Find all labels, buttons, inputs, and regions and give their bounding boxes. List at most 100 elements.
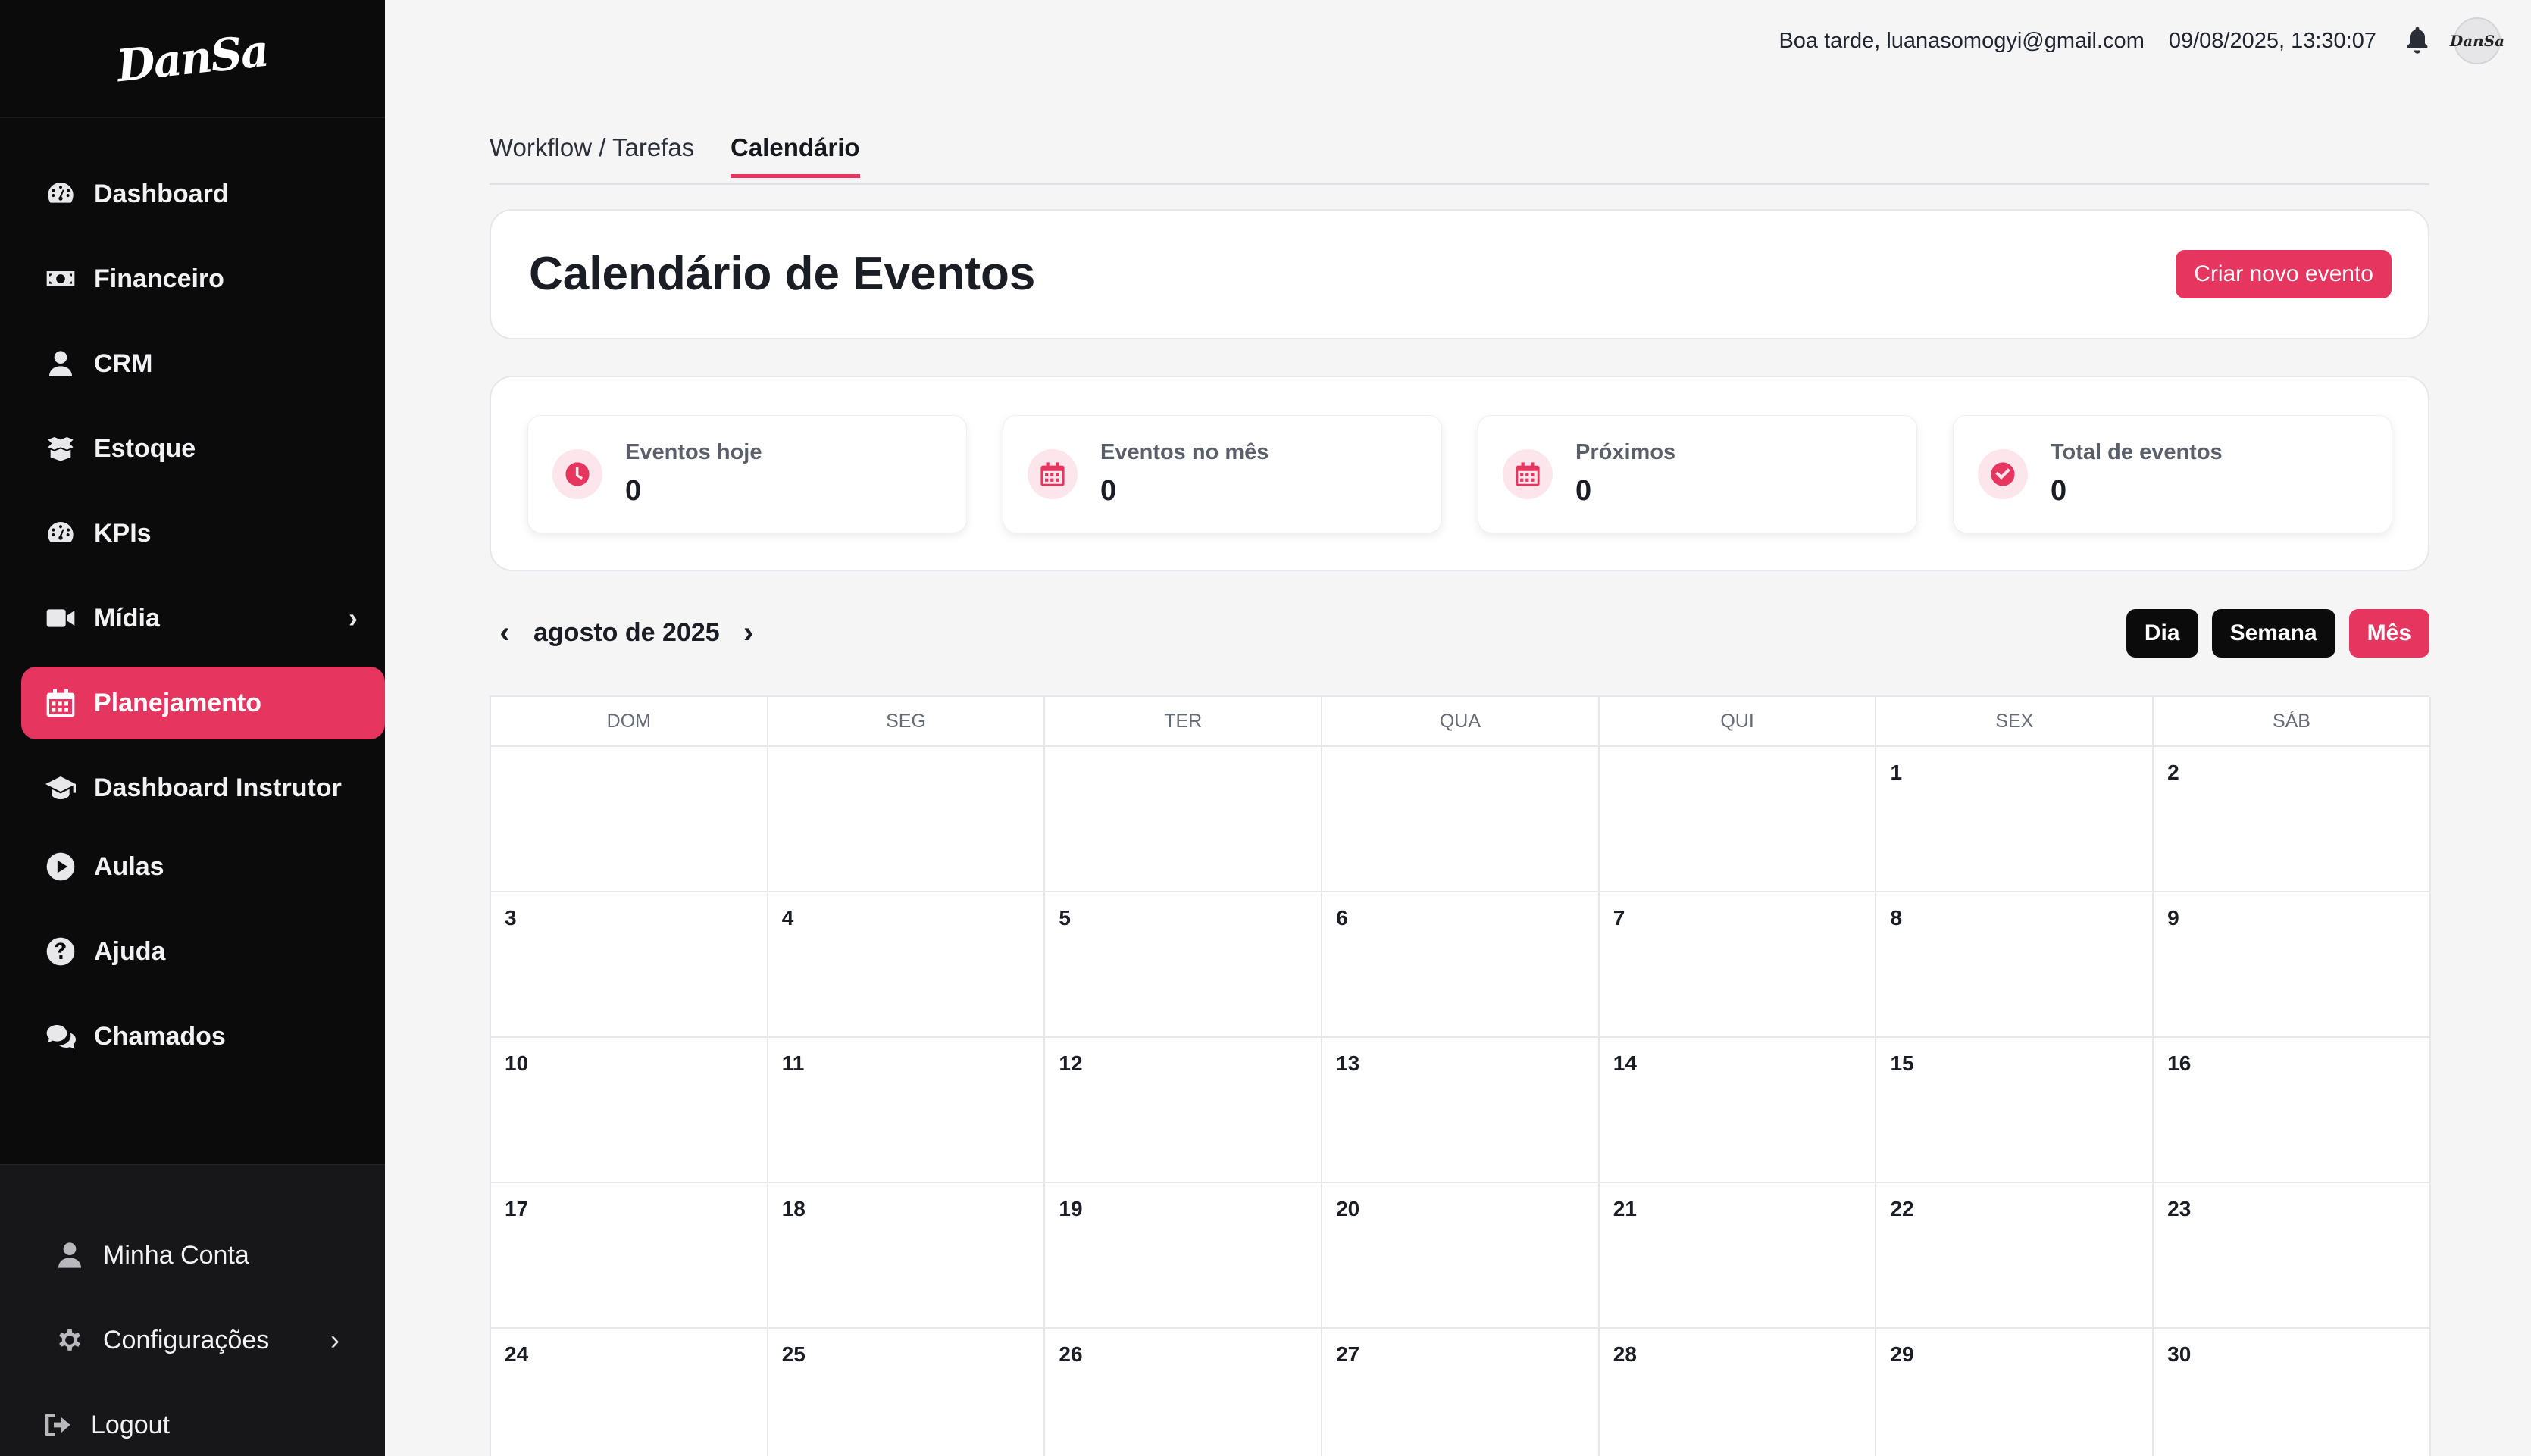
avatar[interactable]: DanSa xyxy=(2450,17,2504,64)
calendar-day-cell[interactable]: 27 xyxy=(1322,1329,1600,1456)
chevron-left-icon[interactable]: ‹ xyxy=(490,616,520,650)
weekday-header-row: DOM SEG TER QUA QUI SEX SÁB xyxy=(491,697,2431,747)
weekday-header: DOM xyxy=(491,697,768,747)
sidebar-item-configuracoes[interactable]: Configurações › xyxy=(33,1306,367,1374)
calendar-day-number: 28 xyxy=(1613,1342,1637,1366)
calendar-day-cell[interactable]: 22 xyxy=(1876,1183,2154,1329)
tab-workflow-tarefas[interactable]: Workflow / Tarefas xyxy=(490,133,694,174)
calendar-day-cell[interactable]: 19 xyxy=(1045,1183,1323,1329)
calendar-day-cell[interactable]: 29 xyxy=(1876,1329,2154,1456)
calendar-day-number: 12 xyxy=(1059,1051,1083,1075)
calendar-day-number: 11 xyxy=(781,1051,805,1075)
calendar-icon xyxy=(1503,449,1553,499)
calendar-day-number: 2 xyxy=(2167,761,2179,784)
stat-value: 0 xyxy=(1575,475,1592,507)
sidebar-item-financeiro[interactable]: Financeiro xyxy=(21,242,385,315)
sidebar-item-aulas[interactable]: Aulas xyxy=(21,830,385,903)
stat-total-de-eventos: Total de eventos 0 xyxy=(1953,415,2392,533)
calendar-day-cell[interactable] xyxy=(768,747,1046,892)
calendar-week-row: 24 25 26 27 28 29 30 xyxy=(491,1329,2431,1456)
stat-label: Próximos xyxy=(1575,440,1676,464)
sidebar-item-estoque[interactable]: Estoque xyxy=(21,412,385,485)
calendar-day-cell[interactable]: 16 xyxy=(2154,1038,2431,1183)
calendar-day-number: 23 xyxy=(2167,1197,2192,1220)
calendar-day-cell[interactable] xyxy=(1045,747,1323,892)
calendar-day-number: 18 xyxy=(781,1197,806,1220)
chevron-right-icon[interactable]: › xyxy=(734,616,764,650)
create-event-button[interactable]: Criar novo evento xyxy=(2176,250,2392,298)
calendar-day-cell[interactable]: 18 xyxy=(768,1183,1046,1329)
calendar-day-cell[interactable]: 5 xyxy=(1045,892,1323,1038)
calendar-day-cell[interactable] xyxy=(1322,747,1600,892)
logout-button[interactable]: Logout xyxy=(21,1391,355,1456)
stat-value: 0 xyxy=(625,475,642,507)
calendar-day-number: 30 xyxy=(2167,1342,2192,1366)
calendar-day-cell[interactable]: 20 xyxy=(1322,1183,1600,1329)
sidebar-item-dashboard[interactable]: Dashboard xyxy=(21,158,385,230)
sidebar-item-kpis[interactable]: KPIs xyxy=(21,497,385,570)
clock-icon xyxy=(552,449,602,499)
calendar-day-number: 24 xyxy=(505,1342,529,1366)
view-month-button[interactable]: Mês xyxy=(2348,609,2429,658)
calendar-day-cell[interactable]: 26 xyxy=(1045,1329,1323,1456)
calendar-day-cell[interactable]: 24 xyxy=(491,1329,768,1456)
calendar-day-cell[interactable]: 2 xyxy=(2154,747,2431,892)
calendar-day-cell[interactable]: 30 xyxy=(2154,1329,2431,1456)
bell-icon[interactable] xyxy=(2402,25,2432,57)
calendar-day-cell[interactable] xyxy=(491,747,768,892)
sidebar-footer: Minha Conta Configurações › Logout xyxy=(0,1164,385,1456)
calendar-day-cell[interactable]: 14 xyxy=(1599,1038,1877,1183)
calendar-day-cell[interactable]: 13 xyxy=(1322,1038,1600,1183)
calendar-day-cell[interactable] xyxy=(1599,747,1877,892)
view-day-button[interactable]: Dia xyxy=(2126,609,2198,658)
calendar-view-switcher: Dia Semana Mês xyxy=(2126,609,2429,658)
calendar-day-cell[interactable]: 6 xyxy=(1322,892,1600,1038)
calendar-day-cell[interactable]: 28 xyxy=(1600,1329,1877,1456)
sidebar-item-midia[interactable]: Mídia › xyxy=(21,582,385,655)
app-root: DanSa Dashboard Financeiro CRM Estoque K… xyxy=(0,0,2531,1456)
sidebar-item-ajuda[interactable]: Ajuda xyxy=(21,915,385,988)
calendar-day-cell[interactable]: 11 xyxy=(768,1038,1046,1183)
calendar-day-cell[interactable]: 3 xyxy=(491,892,768,1038)
sidebar-item-label: Aulas xyxy=(94,851,164,881)
sidebar-item-planejamento[interactable]: Planejamento xyxy=(21,667,385,739)
calendar-day-number: 21 xyxy=(1613,1197,1637,1220)
calendar-day-number: 6 xyxy=(1336,906,1348,930)
money-icon xyxy=(44,262,77,295)
graduation-cap-icon xyxy=(44,771,77,805)
sidebar-item-label: Estoque xyxy=(94,433,196,463)
calendar-day-cell[interactable]: 7 xyxy=(1599,892,1877,1038)
sidebar-item-minha-conta[interactable]: Minha Conta xyxy=(33,1221,367,1289)
sidebar-item-crm[interactable]: CRM xyxy=(21,327,385,400)
calendar-day-number: 1 xyxy=(1890,761,1903,784)
calendar-day-cell[interactable]: 15 xyxy=(1876,1038,2154,1183)
logo[interactable]: DanSa xyxy=(114,25,271,92)
sidebar-item-chamados[interactable]: Chamados xyxy=(21,1000,385,1073)
sidebar: DanSa Dashboard Financeiro CRM Estoque K… xyxy=(0,0,385,1456)
calendar-day-cell[interactable]: 1 xyxy=(1876,747,2154,892)
calendar-day-cell[interactable]: 17 xyxy=(491,1183,768,1329)
logo-area: DanSa xyxy=(0,0,385,118)
gauge-icon xyxy=(44,177,77,211)
weekday-header: TER xyxy=(1045,697,1323,747)
weekday-header: SEG xyxy=(768,697,1046,747)
sidebar-item-dashboard-instrutor[interactable]: Dashboard Instrutor xyxy=(21,751,385,824)
calendar-day-cell[interactable]: 4 xyxy=(768,892,1046,1038)
calendar-weeks: 1 2 3 4 5 6 7 8 9 10 11 12 13 14 15 16 17 18 19 20 21 22 23 24 2… xyxy=(491,747,2431,1456)
page-title: Calendário de Eventos xyxy=(529,248,1036,300)
calendar-day-cell[interactable]: 10 xyxy=(491,1038,768,1183)
sidebar-item-label: Logout xyxy=(91,1410,170,1439)
calendar-day-cell[interactable]: 8 xyxy=(1876,892,2154,1038)
chevron-right-icon: › xyxy=(349,602,358,633)
calendar-day-cell[interactable]: 25 xyxy=(768,1329,1046,1456)
tab-calendario[interactable]: Calendário xyxy=(731,133,860,178)
calendar-day-cell[interactable]: 21 xyxy=(1599,1183,1877,1329)
sidebar-item-label: Ajuda xyxy=(94,936,166,966)
calendar-week-row: 17 18 19 20 21 22 23 xyxy=(491,1183,2431,1329)
calendar-week-row: 3 4 5 6 7 8 9 xyxy=(491,892,2431,1038)
view-week-button[interactable]: Semana xyxy=(2211,609,2335,658)
calendar-day-cell[interactable]: 12 xyxy=(1045,1038,1323,1183)
video-icon xyxy=(44,601,77,635)
calendar-day-cell[interactable]: 9 xyxy=(2154,892,2431,1038)
calendar-day-cell[interactable]: 23 xyxy=(2154,1183,2431,1329)
